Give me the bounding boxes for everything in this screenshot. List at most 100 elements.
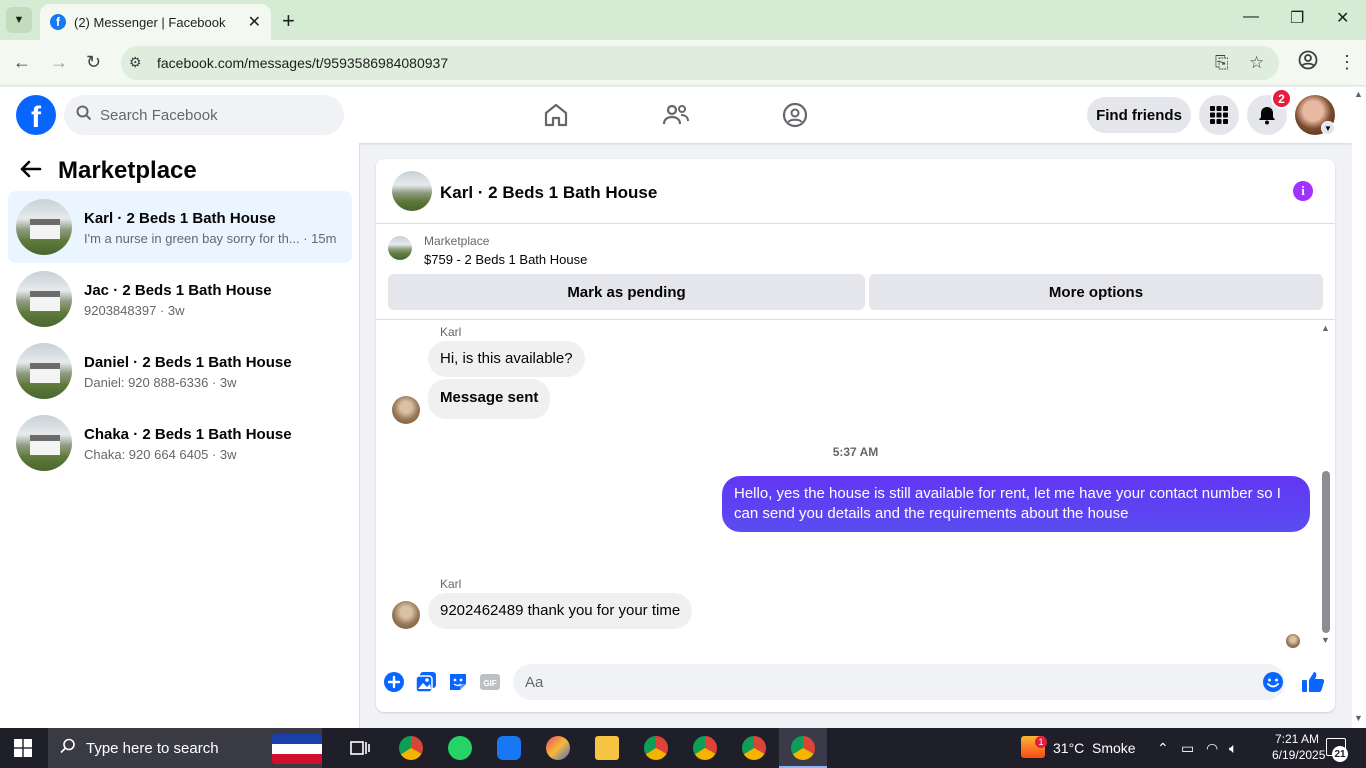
menu-grid-button[interactable] [1199, 95, 1239, 135]
scroll-up-icon[interactable]: ▲ [1321, 323, 1330, 333]
page-scrollbar[interactable]: ▲ ▼ [1352, 87, 1366, 728]
install-app-icon[interactable]: ⎘ [1215, 53, 1229, 73]
browser-tab[interactable]: f (2) Messenger | Facebook ✕ [40, 4, 271, 40]
groups-icon[interactable] [781, 101, 809, 129]
conversation-preview: Daniel: 920 888-6336 · 3w [84, 375, 237, 390]
clock-date: 6/19/2025 [1272, 748, 1326, 762]
more-options-button[interactable]: More options [869, 274, 1323, 310]
taskbar-search-text: Type here to search [86, 739, 219, 757]
conversation-preview: Chaka: 920 664 6405 · 3w [84, 447, 237, 462]
new-tab-icon[interactable]: + [282, 8, 295, 34]
scrollbar-thumb[interactable] [1322, 471, 1330, 633]
chevron-up-icon[interactable]: ⌃ [1157, 740, 1169, 757]
outgoing-message[interactable]: Hello, yes the house is still available … [722, 476, 1310, 532]
maximize-icon[interactable]: ❐ [1290, 8, 1304, 28]
message-list: Karl Hi, is this available? Message sent… [376, 321, 1335, 651]
listing-price[interactable]: $759 - 2 Beds 1 Bath House [424, 252, 587, 267]
chrome-profile-icon[interactable] [742, 736, 766, 760]
sender-avatar[interactable] [392, 601, 420, 629]
conversation-item[interactable]: Jac · 2 Beds 1 Bath House 9203848397 · 3… [8, 263, 352, 335]
plus-circle-icon[interactable] [383, 671, 405, 693]
facebook-search-box[interactable] [64, 95, 344, 135]
chat-title[interactable]: Karl · 2 Beds 1 Bath House [440, 183, 657, 203]
listing-thumbnail[interactable] [388, 236, 412, 260]
bell-icon [1259, 107, 1275, 125]
weather-desc[interactable]: Smoke [1092, 740, 1136, 756]
wifi-icon[interactable]: ◠ [1206, 740, 1218, 757]
incoming-message[interactable]: Message sent [428, 379, 551, 419]
tab-title: (2) Messenger | Facebook [74, 14, 226, 30]
browser-menu-icon[interactable]: ⋮ [1338, 52, 1356, 73]
battery-icon[interactable]: ▭ [1181, 740, 1194, 757]
notification-badge: 2 [1271, 88, 1292, 109]
message-scrollbar[interactable]: ▲ ▼ [1321, 321, 1330, 651]
chrome-icon[interactable] [399, 736, 423, 760]
volume-icon[interactable]: 🔈︎ [1229, 740, 1237, 757]
chevron-down-icon[interactable]: ▼ [1321, 121, 1335, 135]
conversation-name: Chaka · 2 Beds 1 Bath House [84, 426, 292, 443]
meta-app-icon[interactable] [497, 736, 521, 760]
browser-tab-bar: ▼ f (2) Messenger | Facebook ✕ + — ❐ ✕ [0, 0, 1366, 40]
incoming-message[interactable]: 9202462489 thank you for your time [428, 593, 693, 629]
gif-icon[interactable]: GIF [479, 671, 501, 693]
chrome-profile-icon[interactable] [644, 736, 668, 760]
conversation-item[interactable]: Chaka · 2 Beds 1 Bath House Chaka: 920 6… [8, 407, 352, 479]
facebook-logo-icon[interactable]: f [16, 95, 56, 135]
listing-label: Marketplace [424, 234, 490, 248]
whatsapp-icon[interactable] [448, 736, 472, 760]
conversation-name: Jac · 2 Beds 1 Bath House [84, 282, 272, 299]
message-sender: Karl [440, 325, 462, 339]
taskbar-clock[interactable]: 7:21 AM 6/19/2025 [1272, 731, 1326, 763]
forward-arrow-icon[interactable]: → [50, 52, 68, 73]
chrome-profile-icon[interactable] [693, 736, 717, 760]
weather-temp[interactable]: 31°C [1053, 740, 1084, 756]
scroll-up-icon[interactable]: ▲ [1354, 89, 1363, 99]
message-sender: Karl [440, 577, 462, 591]
sticker-icon[interactable] [447, 671, 469, 693]
windows-start-icon[interactable] [14, 739, 32, 757]
like-thumb-icon[interactable] [1301, 671, 1325, 693]
chat-avatar[interactable] [392, 171, 432, 211]
url-text: facebook.com/messages/t/9593586984080937 [157, 55, 449, 71]
clock-time: 7:21 AM [1274, 732, 1320, 746]
sender-avatar[interactable] [392, 396, 420, 424]
find-friends-button[interactable]: Find friends [1087, 97, 1191, 133]
message-input-box[interactable] [513, 664, 1285, 700]
home-icon[interactable] [542, 101, 570, 129]
message-input[interactable] [525, 673, 1245, 691]
scroll-down-icon[interactable]: ▼ [1321, 635, 1330, 645]
active-taskbar-item[interactable] [779, 728, 827, 768]
profile-account-icon[interactable] [1298, 50, 1318, 75]
conversation-name: Karl · 2 Beds 1 Bath House [84, 210, 276, 227]
task-view-icon[interactable] [348, 736, 372, 760]
tab-search-button[interactable]: ▼ [6, 7, 32, 33]
scroll-down-icon[interactable]: ▼ [1354, 713, 1363, 723]
mark-as-pending-button[interactable]: Mark as pending [388, 274, 865, 310]
grid-icon [1210, 106, 1228, 124]
info-icon[interactable]: i [1293, 181, 1313, 201]
site-info-icon[interactable]: ⚙ [129, 54, 142, 71]
reload-icon[interactable]: ↻ [86, 52, 101, 73]
taskbar-search-box[interactable]: Type here to search [48, 728, 322, 768]
window-close-icon[interactable]: ✕ [1336, 8, 1349, 28]
chat-panel: Karl · 2 Beds 1 Bath House i Marketplace… [376, 159, 1335, 712]
minimize-icon[interactable]: — [1243, 8, 1259, 26]
tab-close-icon[interactable]: ✕ [248, 12, 261, 32]
photo-icon[interactable] [415, 671, 437, 693]
conversation-preview: I'm a nurse in green bay sorry for th...… [84, 231, 337, 246]
search-input[interactable] [100, 106, 320, 124]
notification-count-badge: 21 [1332, 746, 1348, 762]
conversation-item[interactable]: Daniel · 2 Beds 1 Bath House Daniel: 920… [8, 335, 352, 407]
incoming-message[interactable]: Hi, is this available? [428, 341, 585, 377]
message-composer: GIF [376, 659, 1335, 707]
address-bar[interactable]: ⚙ facebook.com/messages/t/95935869840809… [121, 46, 1279, 80]
conversation-item[interactable]: Karl · 2 Beds 1 Bath House I'm a nurse i… [8, 191, 352, 263]
bookmark-star-icon[interactable]: ☆ [1249, 53, 1264, 73]
friends-icon[interactable] [662, 101, 690, 129]
paint-icon[interactable] [546, 736, 570, 760]
listing-thumbnail [16, 271, 72, 327]
back-arrow-icon[interactable]: ← [13, 52, 31, 73]
emoji-icon[interactable] [1262, 671, 1284, 693]
file-explorer-icon[interactable] [595, 736, 619, 760]
back-arrow-icon[interactable] [20, 157, 42, 185]
